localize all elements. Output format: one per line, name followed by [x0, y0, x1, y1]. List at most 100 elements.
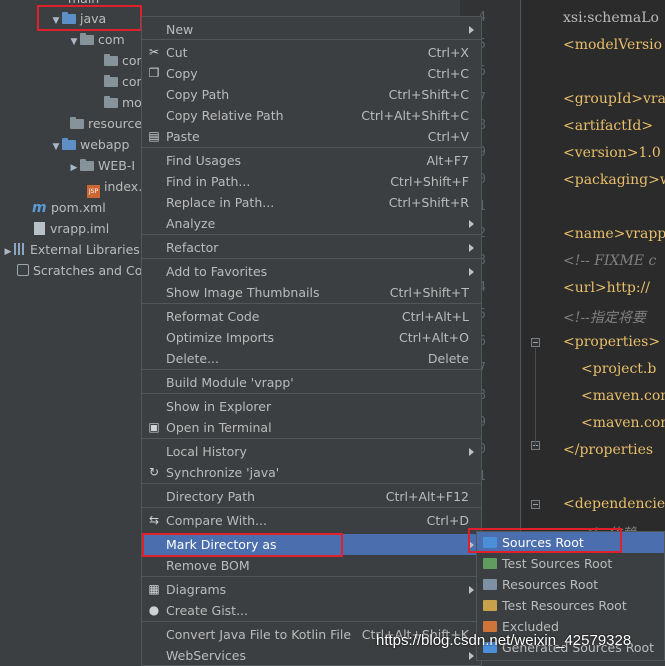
submenu-item-resources-root[interactable]: Resources Root: [477, 574, 664, 595]
submenu-arrow-icon: [469, 586, 474, 594]
menu-item-local-history[interactable]: Local History: [142, 441, 481, 462]
diagram-icon: ▦: [148, 582, 160, 596]
tree-item-vrapp-iml[interactable]: vrapp.iml: [34, 218, 109, 239]
scissors-icon: ✂: [148, 45, 160, 59]
menu-item-directory-path[interactable]: Directory Path Ctrl+Alt+F12: [142, 486, 481, 507]
menu-item-shortcut: Ctrl+Shift+T: [389, 285, 469, 300]
project-tree: main ▼java ▼com con con mo resources ▼we…: [0, 0, 160, 661]
menu-item-label: Replace in Path...: [166, 195, 275, 210]
chevron-right-icon[interactable]: ▶: [2, 242, 14, 263]
menu-item-shortcut: Ctrl+Shift+F: [390, 174, 469, 189]
submenu-item-test-resources-root[interactable]: Test Resources Root: [477, 595, 664, 616]
maven-icon: m: [32, 200, 47, 216]
code-line[interactable]: xsi:schemaLo: [563, 10, 659, 26]
tree-item-con-1[interactable]: con: [104, 50, 144, 71]
code-line[interactable]: <groupId>vra: [563, 91, 665, 107]
chevron-down-icon[interactable]: ▼: [50, 137, 62, 158]
menu-item-remove-bom[interactable]: Remove BOM: [142, 555, 481, 576]
menu-item-create-gist[interactable]: ● Create Gist...: [142, 600, 481, 621]
menu-item-copy[interactable]: ❐ Copy Ctrl+C: [142, 63, 481, 84]
code-line[interactable]: <artifactId>: [563, 118, 653, 134]
tree-item-con-2[interactable]: con: [104, 71, 144, 92]
menu-separator: [142, 369, 481, 370]
menu-item-build-module-vrapp[interactable]: Build Module 'vrapp': [142, 372, 481, 393]
menu-item-label: Reformat Code: [166, 309, 260, 324]
code-line[interactable]: <packaging>w: [563, 172, 665, 188]
code-line[interactable]: <name>vrapp: [563, 226, 665, 242]
folder-icon: [80, 159, 94, 171]
tree-item-pom-xml[interactable]: m pom.xml: [32, 197, 106, 218]
highlight-mark-directory: [142, 533, 343, 557]
tree-item-web-inf[interactable]: ▶ WEB-I: [68, 155, 136, 179]
paste-icon: ▤: [148, 129, 160, 143]
submenu-item-label: Test Sources Root: [502, 556, 613, 571]
menu-item-find-in-path[interactable]: Find in Path... Ctrl+Shift+F: [142, 171, 481, 192]
library-icon: [14, 243, 26, 255]
submenu-item-test-sources-root[interactable]: Test Sources Root: [477, 553, 664, 574]
menu-item-shortcut: Ctrl+V: [427, 129, 469, 144]
menu-item-add-to-favorites[interactable]: Add to Favorites: [142, 261, 481, 282]
tree-item-com[interactable]: ▼ com: [68, 29, 125, 50]
menu-item-label: WebServices: [166, 648, 246, 663]
folder-icon: [483, 600, 497, 611]
tree-item-external-libraries[interactable]: ▶ External Libraries: [2, 239, 140, 260]
menu-item-find-usages[interactable]: Find Usages Alt+F7: [142, 150, 481, 171]
tree-item-resources[interactable]: resources: [70, 113, 149, 134]
fold-toggle-icon[interactable]: [531, 338, 540, 347]
module-file-icon: [34, 222, 45, 235]
menu-item-refactor[interactable]: Refactor: [142, 237, 481, 258]
tree-item-scratches[interactable]: Scratches and Con: [17, 260, 150, 281]
menu-item-show-image-thumbnails[interactable]: Show Image Thumbnails Ctrl+Shift+T: [142, 282, 481, 303]
chevron-right-icon[interactable]: ▶: [68, 158, 80, 179]
menu-item-label: Paste: [166, 129, 200, 144]
menu-item-label: Compare With...: [166, 513, 267, 528]
code-line[interactable]: <project.b: [581, 361, 656, 377]
code-line[interactable]: <version>1.0: [563, 145, 661, 161]
menu-item-diagrams[interactable]: ▦ Diagrams: [142, 579, 481, 600]
tree-item-webapp[interactable]: ▼ webapp: [50, 134, 130, 158]
menu-item-copy-path[interactable]: Copy Path Ctrl+Shift+C: [142, 84, 481, 105]
submenu-item-label: Test Resources Root: [502, 598, 627, 613]
tree-item-index-jsp[interactable]: JSP index.j: [87, 176, 146, 198]
menu-item-reformat-code[interactable]: Reformat Code Ctrl+Alt+L: [142, 306, 481, 327]
tree-item-mo[interactable]: mo: [104, 92, 142, 113]
menu-item-synchronize-java[interactable]: ↻ Synchronize 'java': [142, 462, 481, 483]
menu-item-shortcut: Ctrl+Alt+Shift+C: [361, 108, 469, 123]
menu-item-label: Local History: [166, 444, 247, 459]
code-line[interactable]: <maven.com: [581, 415, 665, 431]
menu-item-copy-relative-path[interactable]: Copy Relative Path Ctrl+Alt+Shift+C: [142, 105, 481, 126]
menu-item-delete[interactable]: Delete... Delete: [142, 348, 481, 369]
code-line[interactable]: <maven.com: [581, 388, 665, 404]
menu-item-show-in-explorer[interactable]: Show in Explorer: [142, 396, 481, 417]
submenu-arrow-icon: [469, 268, 474, 276]
menu-item-optimize-imports[interactable]: Optimize Imports Ctrl+Alt+O: [142, 327, 481, 348]
sync-icon: ↻: [148, 465, 160, 479]
code-line[interactable]: <properties>: [563, 334, 660, 350]
watermark: https://blog.csdn.net/weixin_42579328: [376, 632, 632, 649]
menu-item-label: Find in Path...: [166, 174, 251, 189]
package-icon: [104, 54, 118, 66]
menu-item-cut[interactable]: ✂ Cut Ctrl+X: [142, 42, 481, 63]
fold-toggle-icon[interactable]: [531, 500, 540, 509]
menu-item-paste[interactable]: ▤ Paste Ctrl+V: [142, 126, 481, 147]
menu-item-shortcut: Ctrl+Shift+R: [388, 195, 469, 210]
menu-item-open-in-terminal[interactable]: ▣ Open in Terminal: [142, 417, 481, 438]
menu-item-analyze[interactable]: Analyze: [142, 213, 481, 234]
submenu-item-label: Resources Root: [502, 577, 599, 592]
menu-item-shortcut: Ctrl+D: [426, 513, 469, 528]
menu-item-replace-in-path[interactable]: Replace in Path... Ctrl+Shift+R: [142, 192, 481, 213]
menu-separator: [142, 438, 481, 439]
menu-item-label: Copy: [166, 66, 198, 81]
indent-guide: [535, 348, 536, 446]
menu-item-label: Open in Terminal: [166, 420, 272, 435]
code-line[interactable]: <!--指定将要: [563, 307, 646, 327]
menu-item-compare-with[interactable]: ⇆ Compare With... Ctrl+D: [142, 510, 481, 531]
code-line[interactable]: </properties: [563, 442, 653, 458]
code-line[interactable]: <dependencie: [563, 496, 665, 512]
menu-separator: [142, 621, 481, 622]
chevron-down-icon[interactable]: ▼: [68, 32, 80, 53]
code-line[interactable]: <!-- FIXME c: [563, 253, 656, 269]
code-line[interactable]: <modelVersio: [563, 37, 662, 53]
menu-item-new[interactable]: New: [142, 19, 481, 40]
code-line[interactable]: <url>http://: [563, 280, 650, 296]
